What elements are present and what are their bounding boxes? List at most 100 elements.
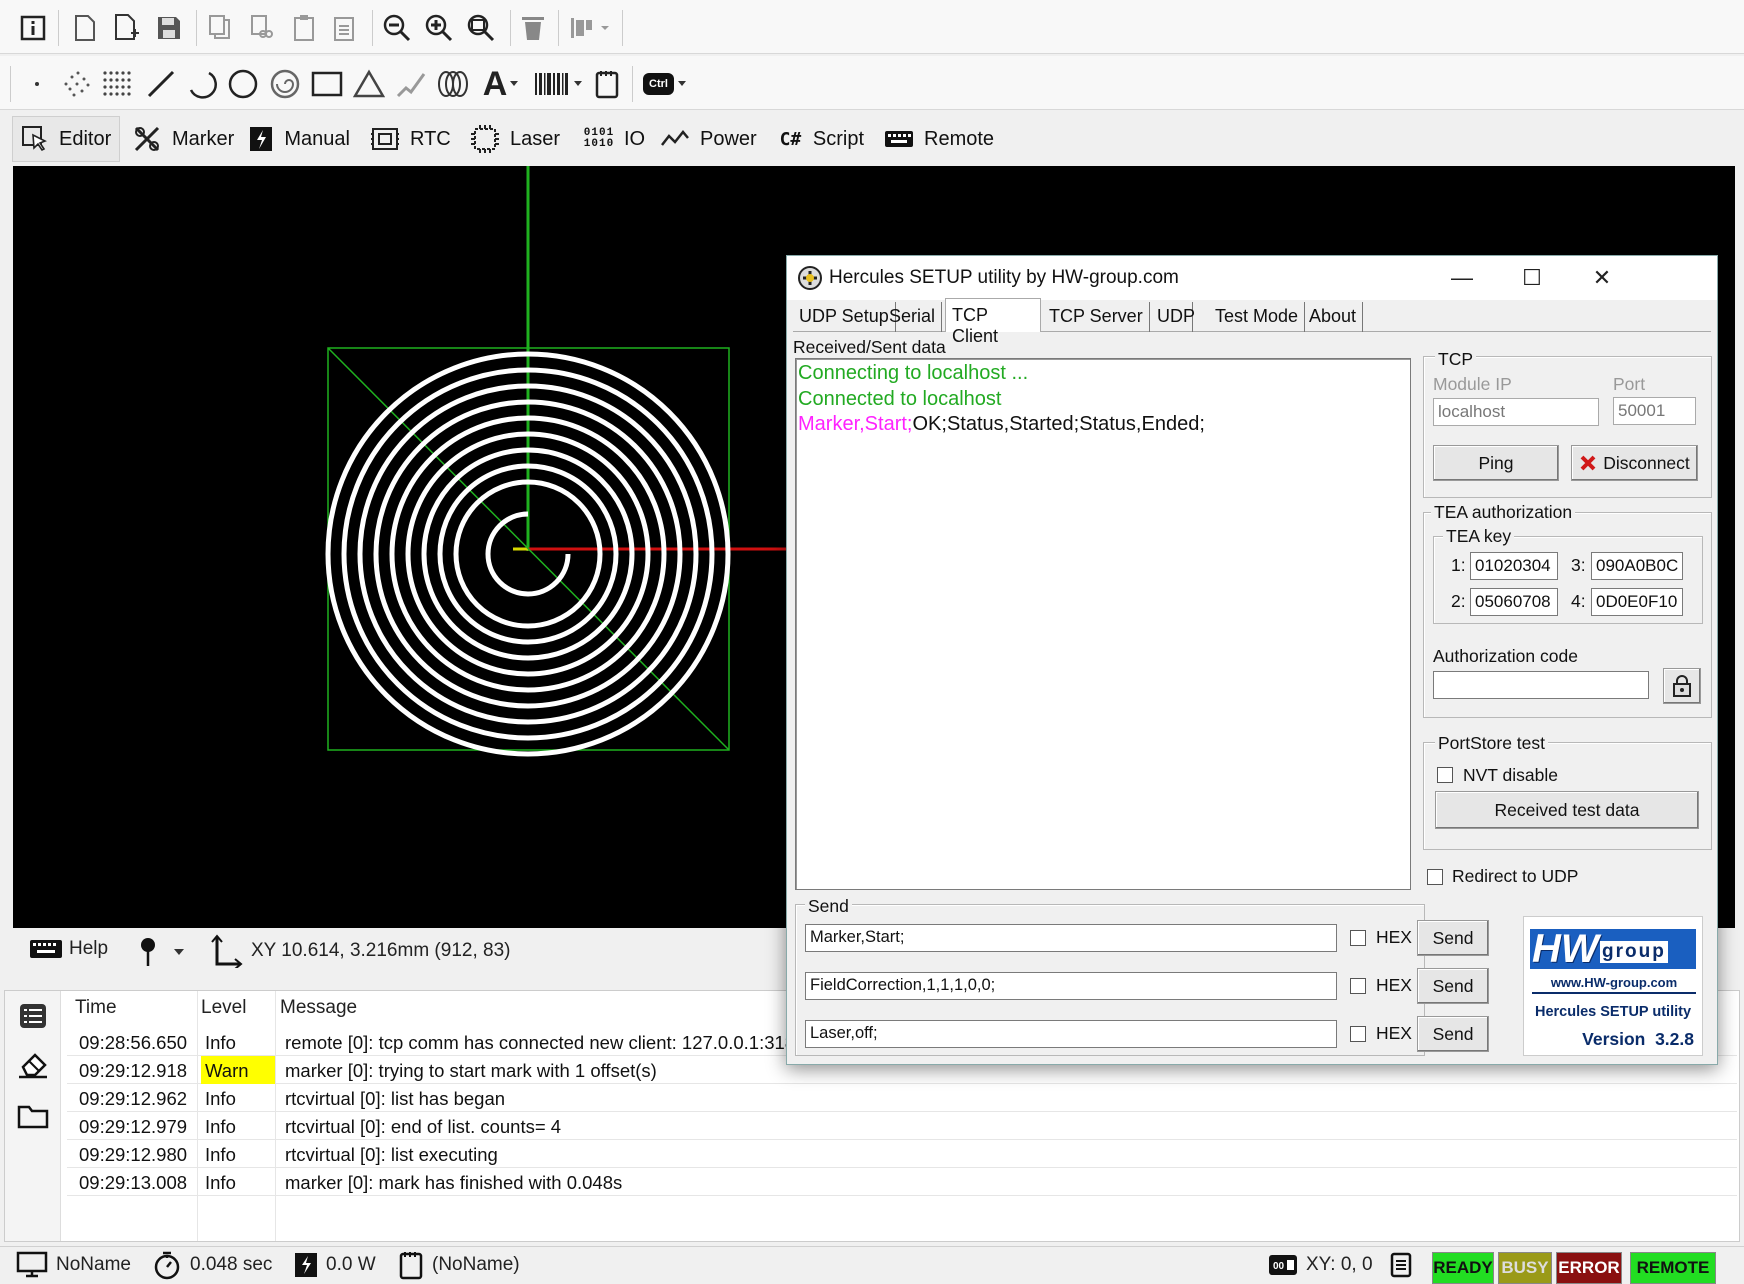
- new-file-icon[interactable]: [66, 8, 104, 48]
- eraser-icon[interactable]: [17, 1049, 49, 1079]
- spiral-icon[interactable]: [266, 64, 304, 104]
- tab-laser[interactable]: Laser: [462, 116, 572, 162]
- paste-icon[interactable]: [286, 8, 324, 48]
- arc-icon[interactable]: [182, 64, 220, 104]
- tab-test-mode[interactable]: Test Mode: [1209, 302, 1306, 332]
- zoom-fit-icon[interactable]: [462, 8, 500, 48]
- folder-icon[interactable]: [17, 1103, 49, 1129]
- hex-checkbox-3[interactable]: [1350, 1026, 1366, 1042]
- auth-code-field[interactable]: [1433, 671, 1649, 699]
- hex-checkbox-1[interactable]: [1350, 930, 1366, 946]
- send-button-2[interactable]: Send: [1417, 968, 1489, 1004]
- status-label: REMOTE: [1636, 1258, 1710, 1277]
- send-button-1[interactable]: Send: [1417, 920, 1489, 956]
- new-document-icon[interactable]: [108, 8, 146, 48]
- help-button[interactable]: Help: [29, 938, 108, 960]
- tab-tcp-server[interactable]: TCP Server: [1043, 302, 1150, 332]
- redirect-udp-checkbox[interactable]: [1427, 869, 1443, 885]
- info-icon[interactable]: [14, 8, 52, 48]
- status-remote: REMOTE: [1630, 1252, 1716, 1284]
- hercules-window[interactable]: Hercules SETUP utility by HW-group.com —…: [786, 255, 1718, 1065]
- rectangle-icon[interactable]: [308, 64, 346, 104]
- send-input-3[interactable]: Laser,off;: [805, 1020, 1337, 1048]
- log-file-icon[interactable]: [1390, 1247, 1412, 1283]
- tab-label: Power: [700, 127, 757, 150]
- received-test-data-button[interactable]: Received test data: [1435, 791, 1699, 829]
- tea-key-1[interactable]: 01020304: [1470, 552, 1558, 580]
- tab-power[interactable]: Power: [652, 116, 766, 162]
- toolbar-separator: [10, 66, 11, 102]
- ping-button[interactable]: Ping: [1433, 445, 1559, 481]
- triangle-icon[interactable]: [350, 64, 388, 104]
- wobble-icon[interactable]: [434, 64, 472, 104]
- clipboard-icon[interactable]: [326, 8, 364, 48]
- copy-icon[interactable]: [202, 8, 240, 48]
- minimize-button[interactable]: —: [1427, 256, 1497, 300]
- header-message[interactable]: Message: [280, 991, 357, 1025]
- hw-group-logo[interactable]: HW group www.HW-group.com Hercules SETUP…: [1523, 916, 1703, 1056]
- tab-serial[interactable]: Serial: [883, 302, 943, 332]
- tab-editor[interactable]: Editor: [12, 116, 120, 162]
- tab-about[interactable]: About: [1303, 302, 1364, 332]
- lock-button[interactable]: [1663, 668, 1701, 704]
- received-data-box[interactable]: Connecting to localhost ... Connected to…: [795, 358, 1411, 890]
- xy-readout: 00 XY: 0, 0: [1268, 1247, 1373, 1283]
- tab-rtc[interactable]: RTC: [362, 116, 458, 162]
- nvt-disable-checkbox[interactable]: [1437, 767, 1453, 783]
- line-icon[interactable]: [142, 64, 180, 104]
- tab-script[interactable]: C# Script: [770, 116, 872, 162]
- log-row[interactable]: 09:29:12.979 Info rtcvirtual [0]: end of l…: [67, 1112, 1737, 1140]
- log-level: Info: [205, 1088, 236, 1109]
- points-icon[interactable]: [58, 64, 96, 104]
- point-icon[interactable]: [18, 64, 56, 104]
- send-input-1[interactable]: Marker,Start;: [805, 924, 1337, 952]
- delete-icon[interactable]: [514, 8, 552, 48]
- tea-key-2[interactable]: 05060708: [1470, 588, 1558, 616]
- header-level[interactable]: Level: [201, 991, 246, 1025]
- zoom-in-icon[interactable]: [420, 8, 458, 48]
- header-time[interactable]: Time: [75, 991, 117, 1025]
- tab-marker[interactable]: Marker: [124, 116, 236, 162]
- chevron-down-icon: [174, 949, 184, 955]
- disconnect-button[interactable]: Disconnect: [1571, 445, 1698, 481]
- module-ip-field[interactable]: localhost: [1433, 398, 1599, 426]
- tab-tcp-client[interactable]: TCP Client: [945, 298, 1041, 346]
- tab-remote[interactable]: Remote: [876, 116, 1000, 162]
- title-bar[interactable]: Hercules SETUP utility by HW-group.com —…: [787, 256, 1717, 300]
- trend-icon[interactable]: [392, 64, 430, 104]
- circle-icon[interactable]: [224, 64, 262, 104]
- tab-udp[interactable]: UDP: [1151, 302, 1195, 332]
- text-icon[interactable]: A: [478, 64, 524, 104]
- send-button-3[interactable]: Send: [1417, 1016, 1489, 1052]
- toolbar-separator: [196, 10, 197, 46]
- cut-icon[interactable]: [244, 8, 282, 48]
- send-input-2[interactable]: FieldCorrection,1,1,1,0,0;: [805, 972, 1337, 1000]
- log-row[interactable]: 09:29:12.980 Info rtcvirtual [0]: list exe…: [67, 1140, 1737, 1168]
- zoom-out-icon[interactable]: [378, 8, 416, 48]
- log-row[interactable]: 09:29:13.008 Info marker [0]: mark has fin…: [67, 1168, 1737, 1196]
- log-time: 09:29:12.980: [79, 1144, 188, 1165]
- tab-udp-setup[interactable]: UDP Setup: [793, 302, 896, 332]
- tab-manual[interactable]: Manual: [240, 116, 358, 162]
- tea-key-4[interactable]: 0D0E0F10: [1591, 588, 1683, 616]
- log-row[interactable]: 09:29:12.962 Info rtcvirtual [0]: list has…: [67, 1084, 1737, 1112]
- card-icon[interactable]: [588, 64, 626, 104]
- pin-dropdown[interactable]: [137, 936, 185, 968]
- align-icon[interactable]: [566, 8, 618, 48]
- tea-key-3[interactable]: 090A0B0C: [1591, 552, 1683, 580]
- received-line: Connecting to localhost ...: [798, 362, 1029, 384]
- save-icon[interactable]: [150, 8, 188, 48]
- svg-text:00: 00: [1273, 1261, 1285, 1272]
- close-button[interactable]: ✕: [1567, 256, 1637, 300]
- main-tab-bar: Editor Marker Manual RTC Laser 0101 1010…: [0, 112, 1744, 166]
- tab-io[interactable]: 0101 1010 IO: [576, 116, 648, 162]
- toolbar-separator: [622, 10, 623, 46]
- hex-checkbox-2[interactable]: [1350, 978, 1366, 994]
- barcode-icon[interactable]: [532, 64, 584, 104]
- maximize-button[interactable]: ☐: [1497, 256, 1567, 300]
- received-label: Received/Sent data: [793, 337, 946, 357]
- grid-points-icon[interactable]: [98, 64, 136, 104]
- ctrl-icon[interactable]: Ctrl: [638, 64, 692, 104]
- log-list-icon[interactable]: [19, 1003, 47, 1029]
- port-field[interactable]: 50001: [1613, 397, 1696, 425]
